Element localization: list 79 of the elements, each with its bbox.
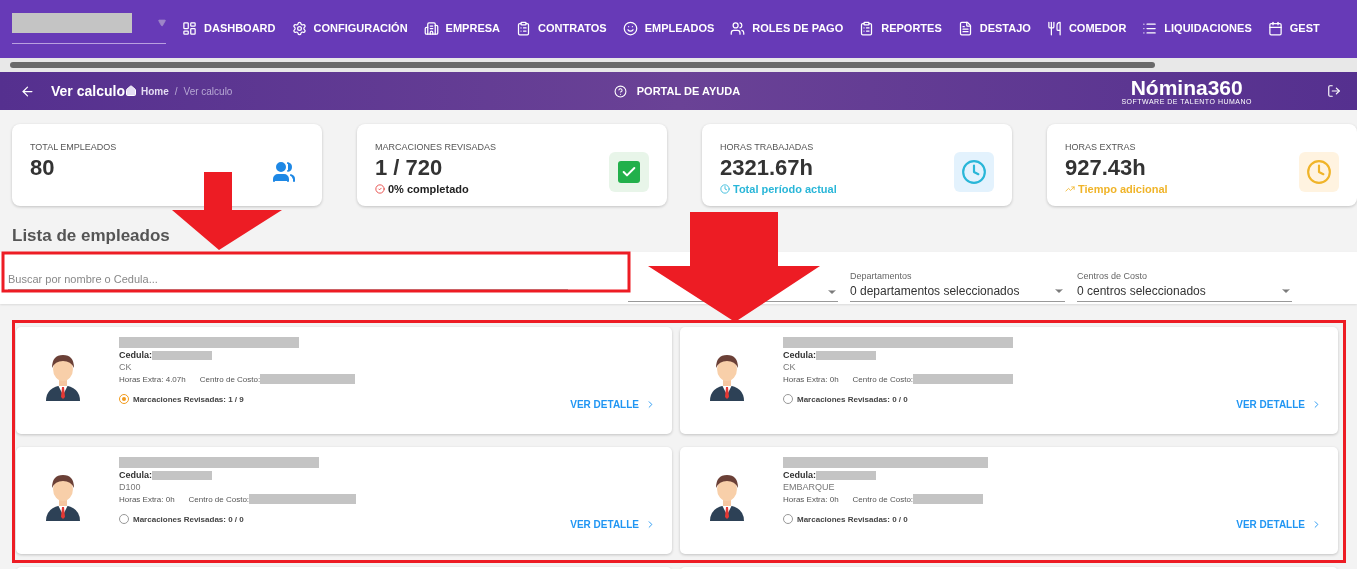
calendar-icon (1267, 20, 1283, 36)
reviewed-count: Marcaciones Revisadas: 0 / 0 (797, 394, 908, 404)
cedula-label: Cedula: (783, 470, 816, 480)
page-title: Ver calculo (51, 83, 125, 99)
breadcrumb-link[interactable]: Home (140, 85, 169, 97)
breadcrumb-separator: / (174, 85, 178, 97)
document-icon (957, 20, 973, 36)
list-icon (1142, 20, 1158, 36)
employee-area: CK (783, 362, 1014, 372)
scrollbar[interactable] (0, 56, 1357, 72)
employee-area: D100 (119, 482, 357, 492)
home-icon[interactable] (124, 85, 137, 97)
clock-icon (954, 152, 994, 192)
section-title: Lista de empleados (12, 226, 171, 246)
settings-icon (291, 20, 307, 36)
dashboard-icon (182, 20, 197, 36)
help-link[interactable]: PORTAL DE AYUDA (636, 85, 741, 97)
cost-center-label: Centro de Costo: (188, 494, 250, 504)
clipboard-icon (859, 20, 875, 36)
stat-label: TOTAL EMPLEADOS (30, 142, 117, 152)
nav-item[interactable]: REPORTES (859, 20, 942, 36)
breadcrumb-current: Ver calculo (183, 85, 233, 97)
help-icon[interactable] (613, 84, 627, 98)
cost-center-label: Centro de Costo: (199, 374, 261, 384)
redacted-text (152, 470, 212, 480)
employee-area: EMBARQUE (783, 482, 988, 492)
reviewed-count: Marcaciones Revisadas: 0 / 0 (797, 514, 908, 524)
building-icon (423, 20, 439, 36)
nav-item[interactable]: CONFIGURACIÓN (291, 20, 408, 36)
back-icon[interactable] (20, 83, 35, 99)
stat-value: 2321.67h (720, 155, 814, 181)
cedula-label: Cedula: (783, 350, 816, 360)
stat-value: 80 (30, 155, 56, 181)
stat-label: HORAS TRABAJADAS (720, 142, 815, 152)
nav-item[interactable]: DESTAJO (957, 20, 1031, 36)
cost-center-label: Centro de Costo: (852, 494, 914, 504)
check-circle-icon (375, 184, 385, 194)
extra-hours: Horas Extra: 4.07h (119, 374, 186, 384)
nav-item[interactable]: ROLES DE PAGO (730, 20, 844, 36)
redacted-text (816, 350, 876, 360)
extra-hours: Horas Extra: 0h (119, 494, 175, 504)
redacted-text (152, 350, 212, 360)
trend-icon (1065, 184, 1075, 194)
stat-label: MARCACIONES REVISADAS (375, 142, 497, 152)
smiley-icon (622, 20, 638, 36)
clipboard-icon (516, 20, 531, 36)
nav-item[interactable]: EMPRESA (423, 20, 500, 36)
stat-note: Tiempo adicional (1078, 183, 1168, 195)
stat-label: HORAS EXTRAS (1065, 142, 1137, 152)
redacted-text (816, 470, 876, 480)
employee-area: CK (119, 362, 356, 372)
clock-icon (1299, 152, 1339, 192)
cedula-label: Cedula: (119, 350, 152, 360)
clock-icon (720, 184, 730, 194)
cedula-label: Cedula: (119, 470, 152, 480)
extra-hours: Horas Extra: 0h (783, 374, 839, 384)
stat-note: Total período actual (733, 183, 837, 195)
logout-icon[interactable] (1327, 84, 1341, 98)
nav-item[interactable]: EMPLEADOS (622, 20, 715, 36)
stat-note: 0% completado (388, 183, 469, 195)
checkbox-icon (609, 152, 649, 192)
cost-center-label: Centro de Costo: (852, 374, 914, 384)
users-icon (730, 20, 746, 36)
nav-item[interactable]: LIQUIDACIONES (1142, 20, 1252, 36)
stat-value: 927.43h (1065, 155, 1147, 181)
stat-value: 1 / 720 (375, 155, 444, 181)
utensils-icon (1046, 20, 1062, 36)
filter-select[interactable]: Departamentos 0 departamentos seleccionados (850, 271, 1065, 302)
company-select[interactable] (12, 12, 166, 44)
reviewed-count: Marcaciones Revisadas: 0 / 0 (133, 514, 244, 524)
nav-item[interactable]: COMEDOR (1046, 20, 1127, 36)
filter-select[interactable]: Centros de Costo 0 centros seleccionados (1077, 271, 1292, 302)
nav-item[interactable]: DASHBOARD (182, 20, 276, 36)
extra-hours: Horas Extra: 0h (783, 494, 839, 504)
reviewed-count: Marcaciones Revisadas: 1 / 9 (133, 394, 244, 404)
nav-item[interactable]: GEST (1267, 20, 1320, 36)
redacted-text (913, 494, 984, 504)
logo: Nómina360 (1130, 77, 1243, 98)
nav-item[interactable]: CONTRATOS (516, 20, 607, 36)
